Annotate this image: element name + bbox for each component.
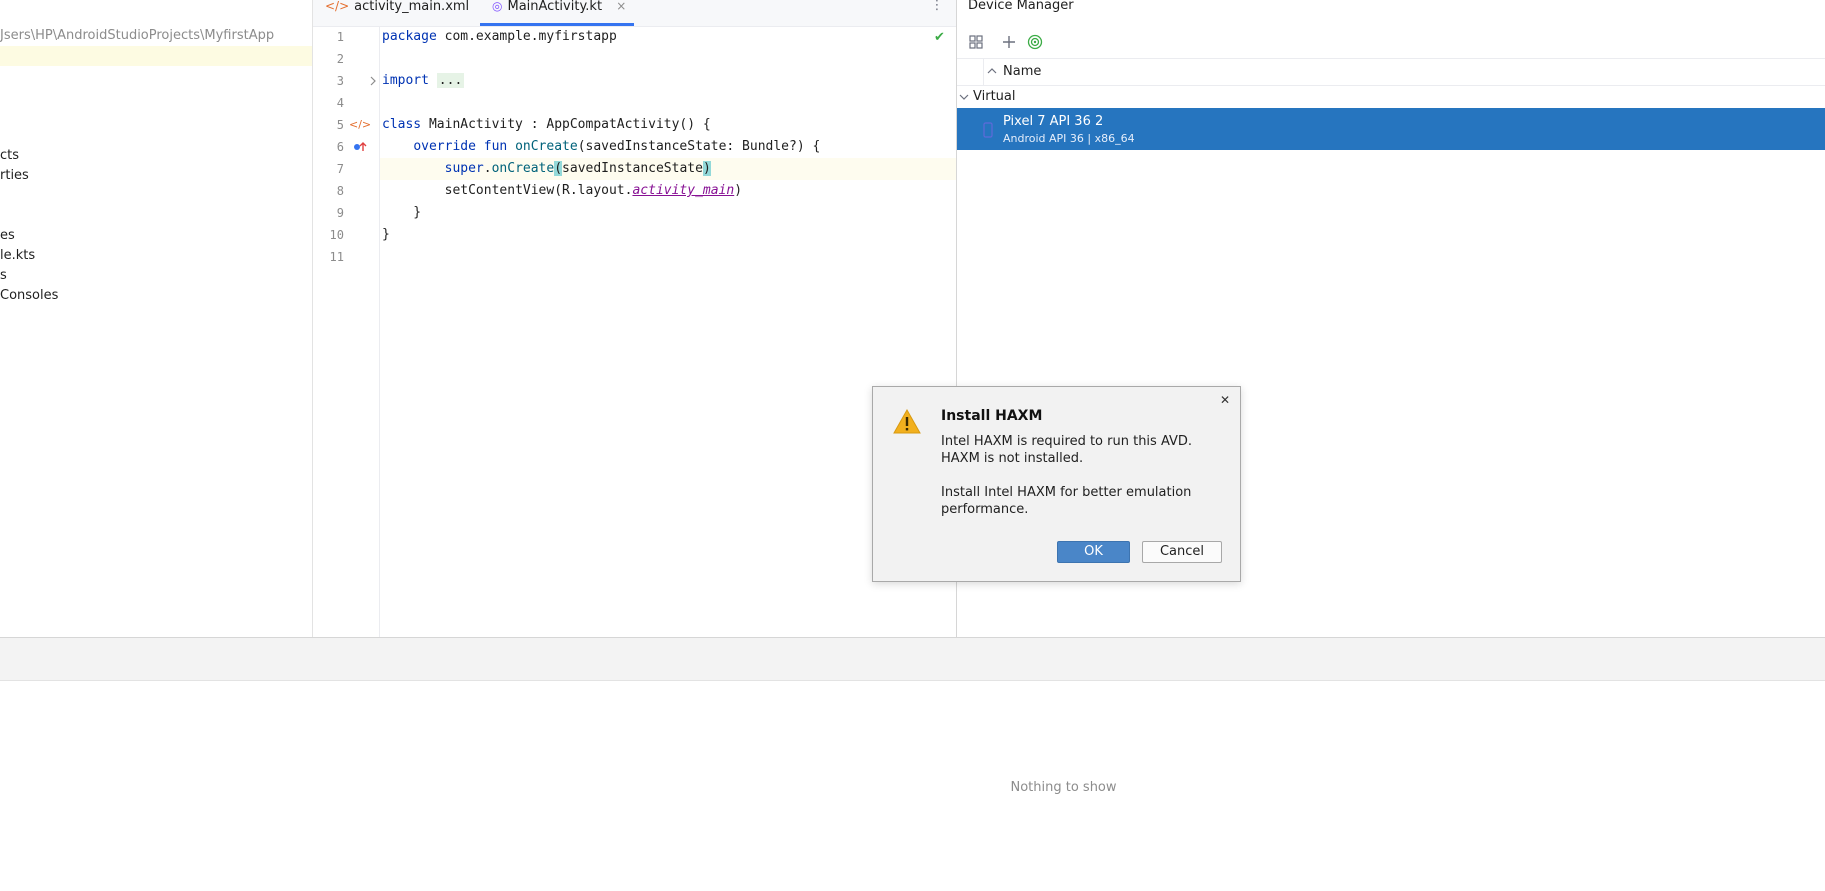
tab-main-activity-kt[interactable]: ◎ MainActivity.kt × <box>480 0 634 26</box>
line-number: 8 <box>336 184 344 198</box>
project-root-path[interactable]: Jsers\HP\AndroidStudioProjects\MyfirstAp… <box>0 26 274 46</box>
project-tree-item[interactable]: rties <box>0 166 29 186</box>
line-number: 3 <box>336 74 344 88</box>
dialog-title: Install HAXM <box>941 408 1043 424</box>
device-manager-toolbar <box>957 27 1825 57</box>
code-token: import <box>382 73 429 88</box>
code-line: super.onCreate(savedInstanceState) <box>382 158 711 180</box>
fold-chevron-icon[interactable] <box>369 76 377 86</box>
xml-tag-icon: </> <box>325 0 350 13</box>
device-detail: Android API 36 | x86_64 <box>1003 132 1135 145</box>
line-number: 5 <box>336 118 344 132</box>
code-line: class MainActivity : AppCompatActivity()… <box>382 114 711 136</box>
code-line: } <box>382 227 390 242</box>
line-number: 7 <box>336 162 344 176</box>
line-number: 2 <box>336 52 344 66</box>
project-tree-item[interactable]: le.kts <box>0 246 35 266</box>
code-token: (savedInstanceState: Bundle?) { <box>577 139 821 154</box>
code-line: override fun onCreate(savedInstanceState… <box>382 136 820 158</box>
dialog-message-line: Intel HAXM is required to run this AVD. <box>941 434 1193 449</box>
project-tree-item[interactable]: es <box>0 226 15 246</box>
code-token: onCreate <box>515 139 578 154</box>
kotlin-class-icon: ◎ <box>492 0 503 13</box>
tab-close-icon[interactable]: × <box>616 0 626 13</box>
bottom-panel-header <box>0 637 1825 681</box>
code-token: com.example.myfirstapp <box>436 29 617 44</box>
add-device-icon[interactable] <box>999 32 1019 52</box>
code-token: ) <box>734 183 743 198</box>
project-tree-item[interactable]: s <box>0 266 7 286</box>
code-line: setContentView(R.layout.activity_main) <box>382 180 742 202</box>
virtual-group-label: Virtual <box>973 89 1016 104</box>
line-number: 1 <box>336 30 344 44</box>
chevron-down-icon <box>959 94 969 100</box>
device-name: Pixel 7 API 36 2 <box>1003 114 1104 129</box>
matched-paren: ( <box>554 161 563 176</box>
check-icon: ✔ <box>934 30 945 45</box>
device-row-selected[interactable]: Pixel 7 API 36 2 Android API 36 | x86_64 <box>957 108 1825 150</box>
tab-label: MainActivity.kt <box>507 0 603 14</box>
class-gutter-icon[interactable]: </> <box>349 114 371 136</box>
code-token: onCreate <box>491 161 555 176</box>
code-token[interactable]: activity_main <box>632 183 734 198</box>
project-row-highlight <box>0 46 312 66</box>
device-table-header: Name <box>957 58 1825 86</box>
code-token: . <box>483 161 492 176</box>
project-panel <box>0 0 313 637</box>
line-number: 11 <box>329 250 344 264</box>
empty-state-text: Nothing to show <box>1010 780 1117 795</box>
ok-button[interactable]: OK <box>1057 541 1130 563</box>
dialog-message-line: HAXM is not installed. <box>941 451 1084 466</box>
code-token: class <box>382 117 422 132</box>
code-token: override fun <box>413 139 508 154</box>
column-name-header[interactable]: Name <box>1003 59 1041 85</box>
column-divider <box>983 59 984 85</box>
tab-label: activity_main.xml <box>354 0 470 14</box>
tab-menu-icon[interactable]: ⋮ <box>930 0 944 14</box>
install-haxm-dialog: ✕ Install HAXM Intel HAXM is required to… <box>872 386 1241 582</box>
project-tree-item[interactable]: cts <box>0 146 19 166</box>
project-tree-item[interactable]: Consoles <box>0 286 58 306</box>
close-icon[interactable]: ✕ <box>1218 393 1232 407</box>
folded-imports[interactable]: ... <box>436 73 465 88</box>
dialog-message-line: Install Intel HAXM for better emulation <box>941 485 1192 500</box>
device-grid-icon[interactable] <box>967 32 987 52</box>
warning-icon <box>893 409 921 434</box>
device-manager-title: Device Manager <box>968 0 1074 13</box>
pair-wifi-icon[interactable] <box>1025 32 1045 52</box>
line-number: 10 <box>329 228 344 242</box>
virtual-group-header[interactable]: Virtual <box>957 86 1015 108</box>
override-gutter-icon[interactable] <box>353 141 367 153</box>
code-line: package com.example.myfirstapp <box>382 26 617 48</box>
code-token: savedInstanceState <box>562 161 703 176</box>
code-token: package <box>382 29 437 44</box>
cancel-button[interactable]: Cancel <box>1142 541 1222 563</box>
dialog-message-line: performance. <box>941 502 1029 517</box>
line-number: 6 <box>336 140 344 154</box>
line-number: 9 <box>336 206 344 220</box>
phone-icon <box>983 122 993 138</box>
code-token: setContentView(R.layout. <box>444 183 633 198</box>
line-number: 4 <box>336 96 344 110</box>
code-line: } <box>382 205 422 220</box>
matched-paren: ) <box>702 161 711 176</box>
sort-ascending-icon[interactable] <box>987 67 997 75</box>
code-token: super <box>444 161 484 176</box>
code-token: MainActivity : AppCompatActivity() { <box>421 117 711 132</box>
tab-activity-main-xml[interactable]: </> activity_main.xml <box>325 0 469 26</box>
code-line: import ... <box>382 70 465 92</box>
